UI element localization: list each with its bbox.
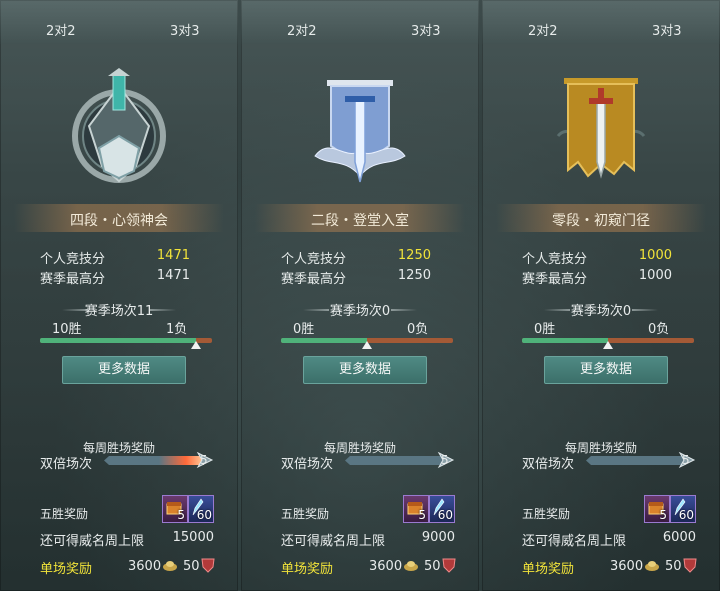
- divider-ornament: [150, 309, 176, 311]
- divider-ornament: [391, 309, 417, 311]
- season-matches: 赛季场次0: [329, 304, 391, 319]
- tier2-banner-sword-icon: [314, 80, 406, 183]
- treasure-chest-reward[interactable]: 5: [403, 495, 429, 523]
- treasure-chest-reward[interactable]: 5: [644, 495, 670, 523]
- win-loss-marker: [362, 341, 372, 349]
- personal-score-label: 个人竞技分: [281, 252, 347, 267]
- wins-count: 0胜: [293, 322, 315, 337]
- season-best-value: 1471: [156, 268, 190, 283]
- token-reward-count: 60: [437, 508, 453, 522]
- personal-score-label: 个人竞技分: [40, 252, 106, 267]
- chest-reward-count: 5: [418, 508, 426, 522]
- tab-2v2[interactable]: 2对2: [528, 20, 558, 39]
- win-loss-marker: [603, 341, 613, 349]
- token-reward[interactable]: 60: [429, 495, 455, 523]
- season-best-label: 赛季最高分: [522, 272, 588, 287]
- rank-name: 四段・心领神会: [70, 213, 168, 229]
- double-matches-bar: [345, 456, 445, 465]
- personal-score-value: 1471: [156, 248, 190, 263]
- double-matches-bar: [586, 456, 686, 465]
- double-matches-count: 5: [441, 453, 449, 467]
- tab-3v3[interactable]: 3对3: [411, 20, 441, 39]
- single-match-reward-label: 单场奖励: [40, 562, 93, 577]
- tier0-banner-sword-icon: [556, 78, 646, 179]
- weekly-cap-label: 还可得威名周上限: [40, 534, 145, 549]
- chest-reward-count: 5: [177, 508, 185, 522]
- double-matches-count: 5: [682, 453, 690, 467]
- season-matches: 赛季场次0: [570, 304, 632, 319]
- rank-panel-2: 2对2 3对3 二段・登堂入室 个人竞技分 1250 赛季最高分 1250 赛季…: [241, 0, 479, 591]
- rank-name: 二段・登堂入室: [311, 213, 409, 229]
- win-loss-marker: [191, 341, 202, 349]
- more-data-button[interactable]: 更多数据: [544, 356, 668, 384]
- double-matches-bar: [104, 456, 204, 465]
- single-gold-amount: 3600: [128, 559, 162, 574]
- losses-count: 0负: [648, 322, 670, 337]
- rank-panel-1: 2对2 3对3 四段・心领神会 个人竞技分 1471 赛季最高分 1471 赛季…: [0, 0, 238, 591]
- tab-3v3[interactable]: 3对3: [170, 20, 200, 39]
- mode-tabs: 2对2 3对3: [241, 0, 479, 44]
- five-win-reward-label: 五胜奖励: [40, 507, 89, 521]
- divider-ornament: [632, 309, 658, 311]
- chest-reward-count: 5: [659, 508, 667, 522]
- single-match-reward-label: 单场奖励: [281, 562, 334, 577]
- tab-3v3[interactable]: 3对3: [652, 20, 682, 39]
- wins-count: 0胜: [534, 322, 556, 337]
- single-shield-amount: 50: [665, 559, 682, 574]
- win-fill: [281, 338, 367, 343]
- double-matches-label: 双倍场次: [522, 457, 575, 472]
- gold-ingot-icon: [645, 561, 659, 571]
- more-data-button[interactable]: 更多数据: [62, 356, 186, 384]
- season-best-label: 赛季最高分: [281, 272, 347, 287]
- single-gold-amount: 3600: [610, 559, 644, 574]
- token-reward[interactable]: 60: [188, 495, 214, 523]
- win-loss-bar: [40, 338, 212, 343]
- double-matches-label: 双倍场次: [40, 457, 93, 472]
- personal-score-label: 个人竞技分: [522, 252, 588, 267]
- personal-score-value: 1250: [397, 248, 431, 263]
- win-fill: [522, 338, 608, 343]
- gold-ingot-icon: [163, 561, 177, 571]
- win-fill: [40, 338, 197, 343]
- single-match-reward-label: 单场奖励: [522, 562, 575, 577]
- season-matches: 赛季场次11: [84, 304, 154, 319]
- rank-panel-3: 2对2 3对3 零段・初窥门径 个人竞技分 1000 赛季最高分 1000 赛季…: [482, 0, 720, 591]
- weekly-cap-value: 6000: [662, 530, 696, 545]
- five-win-reward-label: 五胜奖励: [281, 507, 330, 521]
- season-best-value: 1000: [638, 268, 672, 283]
- weekly-cap-value: 9000: [421, 530, 455, 545]
- weekly-cap-value: 15000: [172, 530, 214, 545]
- season-best-label: 赛季最高分: [40, 272, 106, 287]
- shield-icon: [201, 558, 215, 573]
- treasure-chest-reward[interactable]: 5: [162, 495, 188, 523]
- weekly-cap-label: 还可得威名周上限: [281, 534, 386, 549]
- more-data-button[interactable]: 更多数据: [303, 356, 427, 384]
- personal-score-value: 1000: [638, 248, 672, 263]
- rank-name: 零段・初窥门径: [552, 213, 650, 229]
- single-gold-amount: 3600: [369, 559, 403, 574]
- shield-icon: [442, 558, 456, 573]
- token-reward-count: 60: [678, 508, 694, 522]
- tier4-emblem-icon: [72, 68, 166, 183]
- mode-tabs: 2对2 3对3: [482, 0, 720, 44]
- double-matches-count: 5: [200, 453, 208, 467]
- wins-count: 10胜: [52, 322, 82, 337]
- single-shield-amount: 50: [183, 559, 200, 574]
- tab-2v2[interactable]: 2对2: [287, 20, 317, 39]
- five-win-reward-label: 五胜奖励: [522, 507, 571, 521]
- mode-tabs: 2对2 3对3: [0, 0, 238, 44]
- token-reward[interactable]: 60: [670, 495, 696, 523]
- weekly-cap-label: 还可得威名周上限: [522, 534, 627, 549]
- double-matches-label: 双倍场次: [281, 457, 334, 472]
- shield-icon: [683, 558, 697, 573]
- season-best-value: 1250: [397, 268, 431, 283]
- tab-2v2[interactable]: 2对2: [46, 20, 76, 39]
- gold-ingot-icon: [404, 561, 418, 571]
- single-shield-amount: 50: [424, 559, 441, 574]
- token-reward-count: 60: [196, 508, 212, 522]
- losses-count: 0负: [407, 322, 429, 337]
- losses-count: 1负: [166, 322, 188, 337]
